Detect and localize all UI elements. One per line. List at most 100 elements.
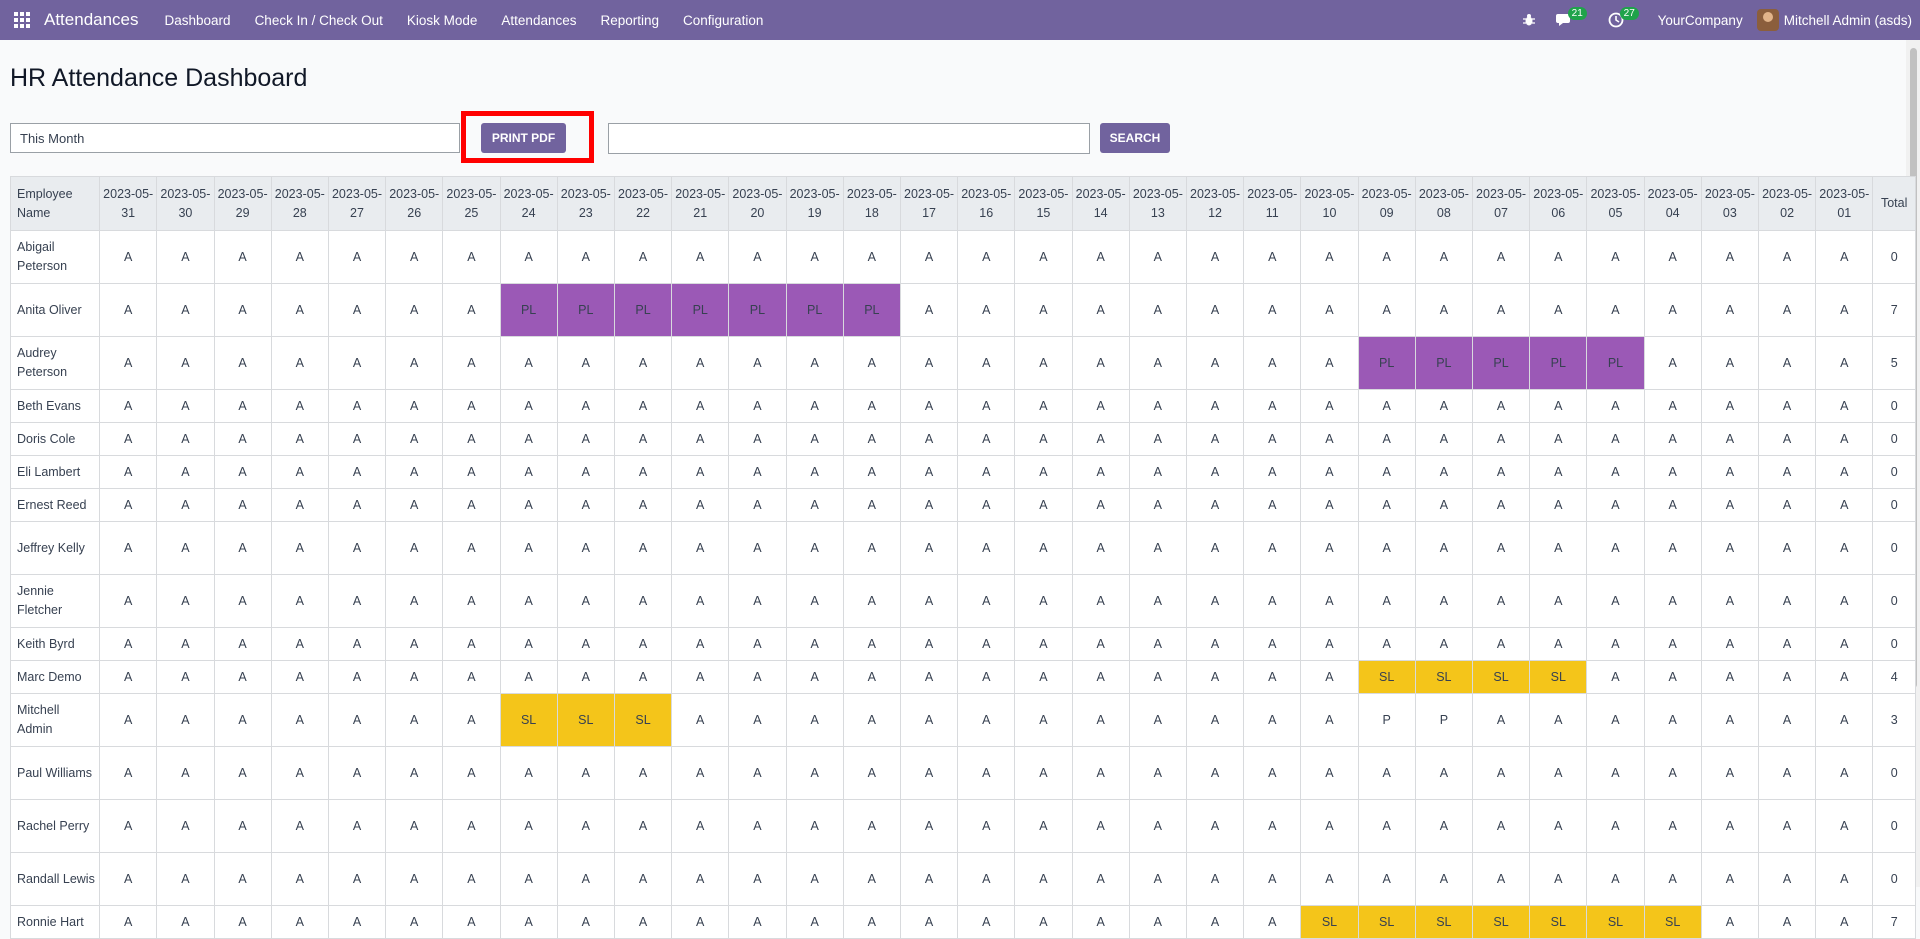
attendance-cell: A bbox=[1071, 336, 1130, 390]
attendance-cell: A bbox=[213, 660, 272, 694]
attendance-cell: A bbox=[842, 455, 901, 489]
attendance-cell: A bbox=[1586, 799, 1645, 853]
attendance-cell: A bbox=[957, 389, 1016, 423]
date-header: 2023-05-28 bbox=[270, 176, 329, 231]
employee-name-cell: Paul Williams bbox=[9, 746, 101, 800]
attendance-cell: A bbox=[1529, 283, 1588, 337]
attendance-cell: A bbox=[1815, 336, 1874, 390]
attendance-cell: A bbox=[899, 521, 959, 575]
attendance-cell: A bbox=[1014, 521, 1073, 575]
attendance-cell: A bbox=[1128, 230, 1187, 284]
attendance-cell: A bbox=[1471, 799, 1531, 853]
attendance-cell: A bbox=[442, 746, 501, 800]
attendance-cell: A bbox=[499, 852, 558, 906]
attendance-cell: A bbox=[785, 422, 844, 456]
company-switcher[interactable]: YourCompany bbox=[1658, 13, 1743, 28]
attendance-cell: A bbox=[1471, 422, 1531, 456]
attendance-cell: A bbox=[1243, 230, 1302, 284]
attendance-cell: A bbox=[957, 574, 1016, 628]
attendance-cell: A bbox=[156, 336, 215, 390]
attendance-cell: A bbox=[1128, 627, 1187, 661]
attendance-cell: A bbox=[1185, 660, 1245, 694]
attendance-cell: A bbox=[613, 574, 673, 628]
attendance-cell: A bbox=[842, 627, 901, 661]
attendance-cell: A bbox=[899, 230, 959, 284]
attendance-cell: A bbox=[99, 574, 158, 628]
menu-kiosk-mode[interactable]: Kiosk Mode bbox=[395, 0, 490, 40]
attendance-cell: A bbox=[1357, 521, 1416, 575]
attendance-cell: A bbox=[785, 389, 844, 423]
attendance-cell: A bbox=[1300, 230, 1359, 284]
attendance-cell: A bbox=[1071, 746, 1130, 800]
attendance-cell: A bbox=[671, 488, 730, 522]
clock-icon[interactable]: 27 bbox=[1608, 0, 1639, 40]
attendance-cell: A bbox=[1700, 230, 1759, 284]
attendance-cell: A bbox=[671, 230, 730, 284]
menu-dashboard[interactable]: Dashboard bbox=[153, 0, 243, 40]
attendance-cell: A bbox=[1014, 627, 1073, 661]
attendance-cell: A bbox=[1014, 488, 1073, 522]
attendance-cell: A bbox=[1757, 488, 1817, 522]
attendance-cell: A bbox=[499, 230, 558, 284]
attendance-cell: A bbox=[1300, 627, 1359, 661]
menu-check-in-out[interactable]: Check In / Check Out bbox=[243, 0, 395, 40]
attendance-cell: A bbox=[99, 693, 158, 747]
table-row: Randall Lewis A A A A A A A A A A A A A A A A A A A A A A A A A A A… bbox=[9, 852, 1916, 906]
app-brand[interactable]: Attendances bbox=[44, 10, 139, 30]
attendance-cell: A bbox=[1643, 422, 1702, 456]
attendance-cell: A bbox=[156, 230, 215, 284]
attendance-cell: A bbox=[499, 660, 558, 694]
attendance-cell: A bbox=[1586, 521, 1645, 575]
total-cell: 0 bbox=[1872, 521, 1916, 575]
attendance-cell: A bbox=[99, 660, 158, 694]
attendance-cell: A bbox=[1529, 488, 1588, 522]
attendance-cell: A bbox=[785, 852, 844, 906]
chat-icon[interactable]: 21 bbox=[1555, 0, 1587, 40]
menu-reporting[interactable]: Reporting bbox=[588, 0, 671, 40]
attendance-cell: A bbox=[1414, 627, 1473, 661]
attendance-cell: A bbox=[442, 627, 501, 661]
attendance-cell: A bbox=[1243, 422, 1302, 456]
table-row: Audrey Peterson A A A A A A A A A A A A A A A A A A A A A A PL P… bbox=[9, 336, 1916, 390]
attendance-cell: A bbox=[1757, 336, 1817, 390]
attendance-cell: A bbox=[1757, 746, 1817, 800]
menu-attendances[interactable]: Attendances bbox=[489, 0, 588, 40]
attendance-cell: A bbox=[1071, 488, 1130, 522]
attendance-cell: A bbox=[1185, 488, 1245, 522]
attendance-cell: A bbox=[1586, 660, 1645, 694]
table-row: Mitchell Admin A A A A A A A SL SL SL A A A A A A A A A A A A P… bbox=[9, 693, 1916, 747]
attendance-cell: A bbox=[1586, 574, 1645, 628]
attendance-cell: A bbox=[842, 852, 901, 906]
apps-grid-icon[interactable] bbox=[0, 0, 44, 40]
attendance-cell: A bbox=[1014, 389, 1073, 423]
attendance-cell: A bbox=[1357, 389, 1416, 423]
attendance-cell: A bbox=[1071, 799, 1130, 853]
search-button[interactable]: SEARCH bbox=[1100, 123, 1170, 153]
attendance-cell: PL bbox=[842, 283, 901, 337]
attendance-cell: A bbox=[385, 283, 444, 337]
attendance-cell: A bbox=[270, 283, 329, 337]
attendance-cell: PL bbox=[728, 283, 787, 337]
attendance-cell: A bbox=[1643, 283, 1702, 337]
attendance-cell: A bbox=[1128, 852, 1187, 906]
attendance-cell: A bbox=[1471, 455, 1531, 489]
attendance-cell: A bbox=[785, 905, 844, 939]
attendance-cell: A bbox=[842, 389, 901, 423]
attendance-cell: A bbox=[499, 455, 558, 489]
attendance-cell: A bbox=[442, 521, 501, 575]
attendance-cell: A bbox=[1185, 230, 1245, 284]
attendance-cell: A bbox=[213, 746, 272, 800]
attendance-cell: A bbox=[671, 521, 730, 575]
bug-icon[interactable] bbox=[1522, 0, 1536, 40]
menu-configuration[interactable]: Configuration bbox=[671, 0, 775, 40]
attendance-cell: A bbox=[899, 455, 959, 489]
date-range-filter[interactable] bbox=[10, 123, 460, 153]
attendance-cell: A bbox=[1128, 746, 1187, 800]
attendance-cell: SL bbox=[1586, 905, 1645, 939]
attendance-cell: SL bbox=[1300, 905, 1359, 939]
attendance-cell: PL bbox=[785, 283, 844, 337]
attendance-cell: A bbox=[499, 389, 558, 423]
total-cell: 0 bbox=[1872, 627, 1916, 661]
user-menu[interactable]: Mitchell Admin (asds) bbox=[1756, 9, 1912, 31]
search-input[interactable] bbox=[608, 123, 1090, 154]
